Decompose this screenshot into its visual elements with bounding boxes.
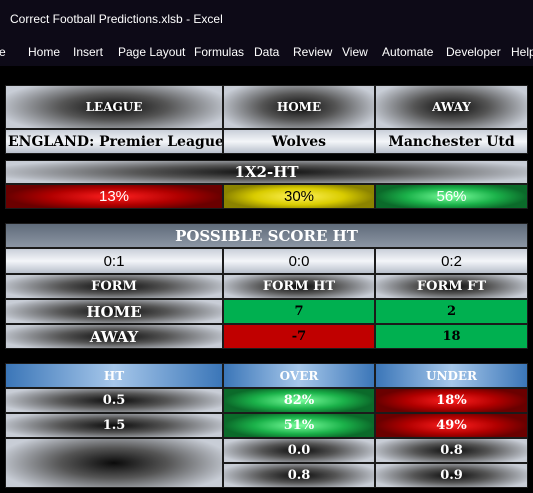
tab-page-layout[interactable]: Page Layout bbox=[118, 45, 185, 59]
league-value[interactable]: ENGLAND: Premier League bbox=[5, 129, 223, 154]
ht-home-percent[interactable]: 13% bbox=[5, 184, 223, 209]
tab-view[interactable]: View bbox=[342, 45, 368, 59]
ou-under-label[interactable]: UNDER bbox=[375, 363, 528, 388]
tab-home[interactable]: Home bbox=[28, 45, 60, 59]
home-team[interactable]: Wolves bbox=[223, 129, 375, 154]
ou-line-1-5[interactable]: 1.5 bbox=[5, 413, 223, 438]
ou-over-0-5[interactable]: 82% bbox=[223, 388, 375, 413]
home-header[interactable]: HOME bbox=[223, 85, 375, 129]
ht-away-percent[interactable]: 56% bbox=[375, 184, 528, 209]
tab-automate[interactable]: Automate bbox=[382, 45, 433, 59]
form-ht-label[interactable]: FORM HT bbox=[223, 274, 375, 299]
ht-1x2-title[interactable]: 1X2-HT bbox=[5, 160, 528, 184]
home-form-ht[interactable]: 7 bbox=[223, 299, 375, 324]
home-form-ft[interactable]: 2 bbox=[375, 299, 528, 324]
title-bar: Correct Football Predictions.xlsb - Exce… bbox=[0, 0, 533, 38]
away-form-label[interactable]: AWAY bbox=[5, 324, 223, 349]
window-title: Correct Football Predictions.xlsb - Exce… bbox=[10, 12, 223, 26]
ribbon-tabs: e Home Insert Page Layout Formulas Data … bbox=[0, 38, 533, 66]
away-form-ft[interactable]: 18 bbox=[375, 324, 528, 349]
tab-developer[interactable]: Developer bbox=[446, 45, 501, 59]
home-form-label[interactable]: HOME bbox=[5, 299, 223, 324]
extra-value-2-left[interactable]: 0.8 bbox=[223, 463, 375, 488]
score-away-win[interactable]: 0:2 bbox=[375, 248, 528, 274]
tab-file[interactable]: e bbox=[0, 45, 6, 59]
ht-draw-percent[interactable]: 30% bbox=[223, 184, 375, 209]
ou-under-1-5[interactable]: 49% bbox=[375, 413, 528, 438]
form-label[interactable]: FORM bbox=[5, 274, 223, 299]
away-form-ht[interactable]: -7 bbox=[223, 324, 375, 349]
tab-formulas[interactable]: Formulas bbox=[194, 45, 244, 59]
ou-under-0-5[interactable]: 18% bbox=[375, 388, 528, 413]
worksheet[interactable]: LEAGUE HOME AWAY ENGLAND: Premier League… bbox=[0, 66, 533, 493]
league-header[interactable]: LEAGUE bbox=[5, 85, 223, 129]
ou-ht-label[interactable]: HT bbox=[5, 363, 223, 388]
ou-empty-merged[interactable] bbox=[5, 438, 223, 488]
score-draw[interactable]: 0:0 bbox=[223, 248, 375, 274]
extra-value-1-left[interactable]: 0.0 bbox=[223, 438, 375, 463]
ou-over-label[interactable]: OVER bbox=[223, 363, 375, 388]
tab-data[interactable]: Data bbox=[254, 45, 279, 59]
extra-value-1-right[interactable]: 0.8 bbox=[375, 438, 528, 463]
away-team[interactable]: Manchester Utd bbox=[375, 129, 528, 154]
score-home-win[interactable]: 0:1 bbox=[5, 248, 223, 274]
possible-score-title[interactable]: POSSIBLE SCORE HT bbox=[5, 223, 528, 248]
away-header[interactable]: AWAY bbox=[375, 85, 528, 129]
tab-review[interactable]: Review bbox=[293, 45, 332, 59]
ou-over-1-5[interactable]: 51% bbox=[223, 413, 375, 438]
ou-line-0-5[interactable]: 0.5 bbox=[5, 388, 223, 413]
tab-help[interactable]: Help bbox=[511, 45, 533, 59]
tab-insert[interactable]: Insert bbox=[73, 45, 103, 59]
form-ft-label[interactable]: FORM FT bbox=[375, 274, 528, 299]
extra-value-2-right[interactable]: 0.9 bbox=[375, 463, 528, 488]
